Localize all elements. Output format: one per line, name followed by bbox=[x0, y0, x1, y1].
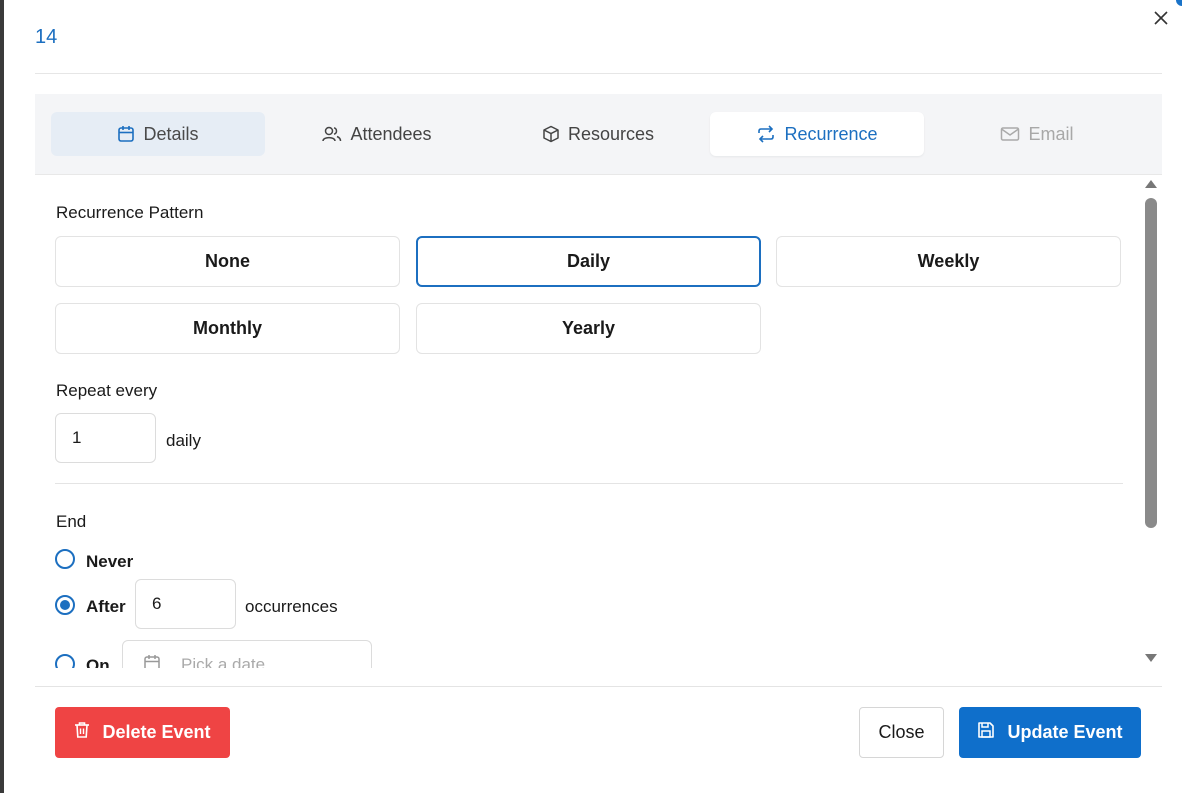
end-label: End bbox=[56, 512, 87, 531]
scroll-down-arrow-icon[interactable] bbox=[1145, 654, 1157, 662]
save-icon bbox=[977, 721, 995, 744]
occurrences-label: occurrences bbox=[245, 597, 338, 616]
dialog-title: 14 bbox=[35, 26, 58, 48]
section-divider bbox=[55, 483, 1123, 484]
delete-event-button[interactable]: Delete Event bbox=[55, 707, 230, 758]
calendar-icon bbox=[117, 125, 135, 143]
tab-attendees-label: Attendees bbox=[350, 123, 432, 144]
end-on-radio[interactable] bbox=[55, 654, 75, 668]
repeat-unit-label: daily bbox=[166, 431, 201, 450]
repeat-icon bbox=[756, 125, 776, 143]
recurrence-panel[interactable]: Recurrence Pattern None Daily Weekly Mon… bbox=[35, 176, 1145, 668]
footer-divider bbox=[35, 686, 1162, 687]
users-icon bbox=[322, 125, 342, 143]
delete-event-label: Delete Event bbox=[102, 722, 211, 742]
pattern-yearly-button[interactable]: Yearly bbox=[416, 303, 761, 354]
occurrences-input[interactable]: 6 bbox=[135, 579, 236, 629]
scrollbar-thumb[interactable] bbox=[1145, 198, 1157, 528]
tab-recurrence-label: Recurrence bbox=[784, 123, 878, 144]
end-after-label: After bbox=[86, 597, 126, 616]
end-after-radio[interactable] bbox=[55, 595, 75, 615]
calendar-icon bbox=[143, 654, 161, 668]
tab-details[interactable]: Details bbox=[51, 112, 265, 156]
tab-resources[interactable]: Resources bbox=[491, 112, 705, 156]
tab-email[interactable]: Email bbox=[930, 112, 1144, 156]
tab-email-label: Email bbox=[1028, 123, 1074, 144]
tab-resources-label: Resources bbox=[567, 123, 655, 144]
close-button[interactable]: Close bbox=[859, 707, 944, 758]
edit-event-dialog: 14 Details Attendees Resources Recurrenc… bbox=[4, 0, 1182, 793]
pattern-daily-button[interactable]: Daily bbox=[416, 236, 761, 287]
tab-attendees[interactable]: Attendees bbox=[270, 112, 484, 156]
update-event-button[interactable]: Update Event bbox=[959, 707, 1141, 758]
panel-scrollbar[interactable] bbox=[1144, 178, 1158, 666]
tab-recurrence[interactable]: Recurrence bbox=[710, 112, 924, 156]
trash-icon bbox=[74, 721, 90, 744]
pattern-none-button[interactable]: None bbox=[55, 236, 400, 287]
end-on-label: On bbox=[86, 656, 110, 668]
recurrence-pattern-label: Recurrence Pattern bbox=[56, 203, 204, 222]
repeat-interval-input[interactable]: 1 bbox=[55, 413, 156, 463]
pattern-monthly-button[interactable]: Monthly bbox=[55, 303, 400, 354]
date-placeholder: Pick a date bbox=[181, 655, 266, 668]
end-date-picker[interactable]: Pick a date bbox=[122, 640, 372, 668]
header-divider bbox=[35, 73, 1162, 74]
end-never-radio[interactable] bbox=[55, 549, 75, 569]
close-icon[interactable] bbox=[1151, 8, 1171, 28]
repeat-every-label: Repeat every bbox=[56, 381, 158, 400]
end-never-label: Never bbox=[86, 552, 134, 571]
mail-icon bbox=[1000, 126, 1020, 142]
scroll-up-arrow-icon[interactable] bbox=[1145, 180, 1157, 188]
update-event-label: Update Event bbox=[1007, 722, 1123, 742]
tab-details-label: Details bbox=[143, 123, 199, 144]
box-icon bbox=[542, 125, 560, 143]
tab-bar: Details Attendees Resources Recurrence E… bbox=[35, 94, 1162, 175]
pattern-weekly-button[interactable]: Weekly bbox=[776, 236, 1121, 287]
